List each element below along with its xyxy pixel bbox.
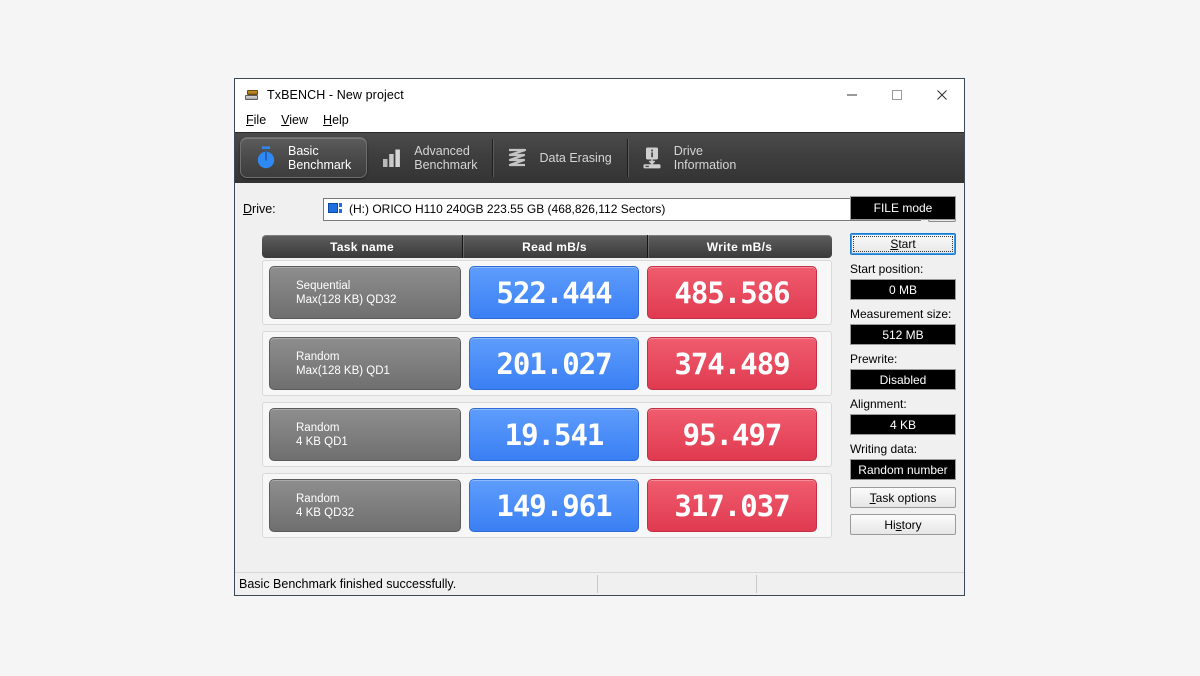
status-divider — [756, 575, 757, 593]
stopwatch-icon — [253, 144, 279, 172]
file-mode-button[interactable]: FILE mode — [850, 196, 956, 220]
tab-data-erasing[interactable]: Data Erasing — [492, 133, 626, 183]
start-position-label: Start position: — [850, 262, 956, 277]
status-message: Basic Benchmark finished successfully. — [235, 577, 597, 591]
write-value-cell: 374.489 — [647, 337, 817, 390]
task-name-line2: Max(128 KB) QD1 — [296, 364, 460, 378]
drive-label: Drive: — [243, 202, 323, 216]
task-name-line2: 4 KB QD1 — [296, 435, 460, 449]
table-row[interactable]: Random Max(128 KB) QD1 201.027 374.489 — [262, 331, 832, 396]
task-options-label: Task options — [870, 491, 937, 505]
table-row[interactable]: Sequential Max(128 KB) QD32 522.444 485.… — [262, 260, 832, 325]
tab-data-erasing-label: Data Erasing — [539, 151, 611, 165]
table-header-row: Task name Read mB/s Write mB/s — [262, 235, 832, 258]
menu-file-rest: ile — [254, 113, 267, 127]
menu-help-rest: elp — [332, 113, 349, 127]
tab-basic-benchmark[interactable]: Basic Benchmark — [240, 137, 367, 178]
task-name-line1: Sequential — [296, 279, 460, 293]
hard-disk-icon — [328, 202, 344, 216]
table-row[interactable]: Random 4 KB QD1 19.541 95.497 — [262, 402, 832, 467]
tab-basic-benchmark-label: Basic Benchmark — [288, 144, 351, 172]
read-value-cell: 201.027 — [469, 337, 639, 390]
write-value-cell: 485.586 — [647, 266, 817, 319]
history-button[interactable]: History — [850, 514, 956, 535]
column-header-read: Read mB/s — [462, 240, 647, 254]
drive-label-rest: rive: — [252, 202, 276, 216]
bar-chart-icon — [379, 144, 405, 172]
status-bar: Basic Benchmark finished successfully. — [235, 572, 964, 595]
drive-select[interactable]: (H:) ORICO H110 240GB 223.55 GB (468,826… — [323, 198, 921, 221]
close-icon[interactable] — [919, 79, 964, 110]
menu-item-help[interactable]: Help — [323, 110, 349, 131]
prewrite-label: Prewrite: — [850, 352, 956, 367]
start-position-value[interactable]: 0 MB — [850, 279, 956, 300]
menu-item-view[interactable]: View — [281, 110, 308, 131]
side-panel: Start Start position: 0 MB Measurement s… — [850, 233, 956, 535]
window-controls — [829, 79, 964, 110]
task-name-line1: Random — [296, 421, 460, 435]
tab-drive-information[interactable]: Drive Information — [627, 133, 752, 183]
prewrite-value[interactable]: Disabled — [850, 369, 956, 390]
table-row[interactable]: Random 4 KB QD32 149.961 317.037 — [262, 473, 832, 538]
tab-drive-information-label: Drive Information — [674, 144, 737, 172]
task-options-button[interactable]: Task options — [850, 487, 956, 508]
write-value-cell: 317.037 — [647, 479, 817, 532]
maximize-icon[interactable] — [874, 79, 919, 110]
read-value-cell: 19.541 — [469, 408, 639, 461]
menu-view-rest: iew — [289, 113, 308, 127]
tab-strip: Basic Benchmark Advanced Benchmark Data … — [235, 132, 964, 183]
shredder-icon — [504, 144, 530, 172]
history-label: History — [884, 518, 921, 532]
task-name-cell: Random Max(128 KB) QD1 — [269, 337, 461, 390]
minimize-icon[interactable] — [829, 79, 874, 110]
task-name-line2: 4 KB QD32 — [296, 506, 460, 520]
task-name-cell: Random 4 KB QD1 — [269, 408, 461, 461]
drive-selected-value: (H:) ORICO H110 240GB 223.55 GB (468,826… — [349, 202, 665, 216]
writing-data-value[interactable]: Random number — [850, 459, 956, 480]
status-divider — [597, 575, 598, 593]
alignment-value[interactable]: 4 KB — [850, 414, 956, 435]
drive-info-icon — [639, 144, 665, 172]
column-header-write: Write mB/s — [647, 240, 832, 254]
task-name-line1: Random — [296, 492, 460, 506]
read-value-cell: 149.961 — [469, 479, 639, 532]
start-button[interactable]: Start — [850, 233, 956, 255]
column-header-task-name: Task name — [262, 240, 462, 254]
alignment-label: Alignment: — [850, 397, 956, 412]
task-name-cell: Random 4 KB QD32 — [269, 479, 461, 532]
results-table: Task name Read mB/s Write mB/s Sequentia… — [262, 235, 832, 544]
app-icon — [244, 87, 260, 103]
title-bar: TxBENCH - New project — [235, 79, 964, 110]
read-value-cell: 522.444 — [469, 266, 639, 319]
writing-data-label: Writing data: — [850, 442, 956, 457]
measurement-size-label: Measurement size: — [850, 307, 956, 322]
measurement-size-value[interactable]: 512 MB — [850, 324, 956, 345]
txbench-window: TxBENCH - New project File View Help — [234, 78, 965, 596]
window-title: TxBENCH - New project — [267, 88, 404, 102]
focus-indicator — [853, 236, 953, 252]
tab-advanced-benchmark[interactable]: Advanced Benchmark — [367, 133, 492, 183]
menu-item-file[interactable]: File — [246, 110, 266, 131]
task-name-line2: Max(128 KB) QD32 — [296, 293, 460, 307]
main-content: Drive: (H:) ORICO H110 240GB 223.55 GB (… — [235, 183, 964, 572]
write-value-cell: 95.497 — [647, 408, 817, 461]
tab-advanced-benchmark-label: Advanced Benchmark — [414, 144, 477, 172]
menu-bar: File View Help — [235, 110, 964, 132]
task-name-line1: Random — [296, 350, 460, 364]
task-name-cell: Sequential Max(128 KB) QD32 — [269, 266, 461, 319]
